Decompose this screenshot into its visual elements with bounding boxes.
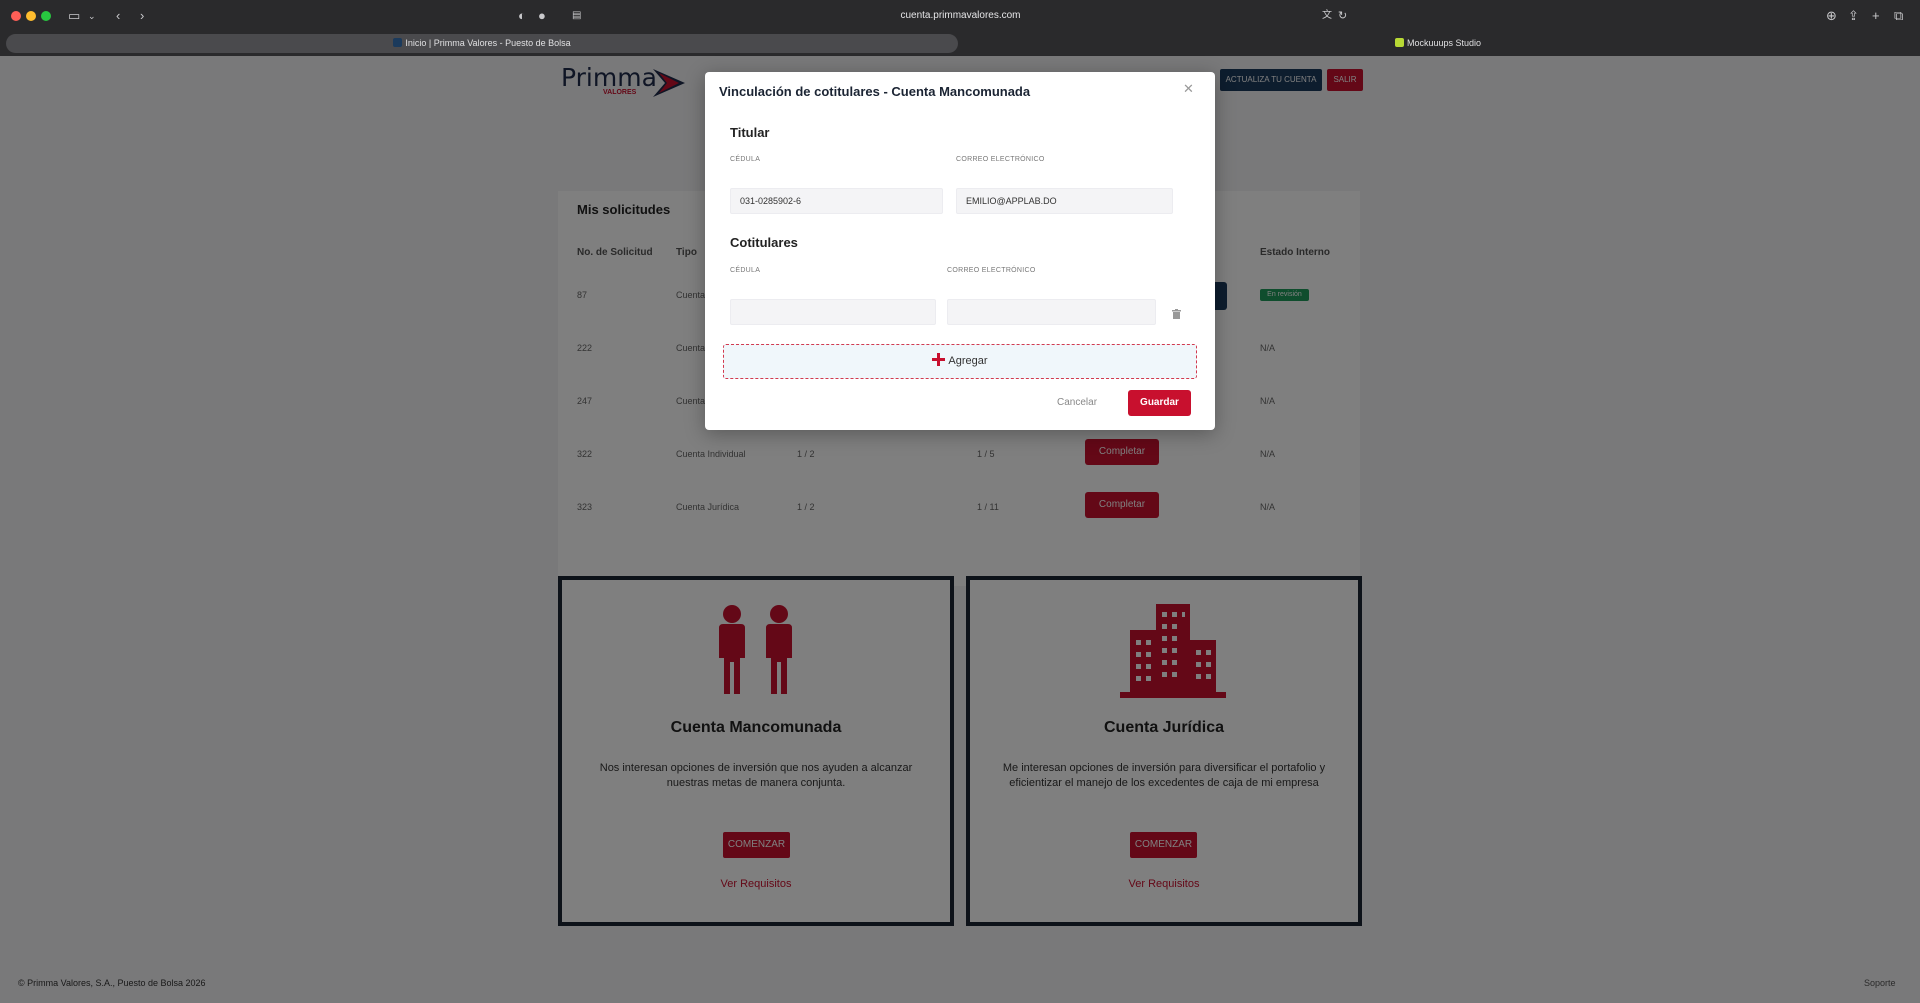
sidebar-icon[interactable]: ▭ bbox=[68, 8, 80, 24]
back-icon[interactable]: ‹ bbox=[116, 8, 120, 24]
extension-icon[interactable]: ● bbox=[538, 8, 546, 24]
holder-cedula-field[interactable]: 031-0285902-6 bbox=[730, 188, 943, 214]
favicon-icon bbox=[393, 38, 403, 47]
reload-icon[interactable]: ↻ bbox=[1338, 8, 1347, 24]
cedula-label: CÉDULA bbox=[730, 267, 761, 274]
cotitulares-modal: Vinculación de cotitulares - Cuenta Manc… bbox=[705, 72, 1215, 430]
extension-icon[interactable]: ◐ bbox=[518, 8, 526, 24]
tab-overview-icon[interactable]: ⧉ bbox=[1894, 8, 1903, 24]
holder-heading: Titular bbox=[730, 125, 770, 140]
chevron-down-icon[interactable]: ⌄ bbox=[88, 8, 96, 24]
coholder-email-field[interactable] bbox=[947, 299, 1156, 325]
forward-icon[interactable]: › bbox=[140, 8, 144, 24]
email-label: CORREO ELECTRÓNICO bbox=[947, 267, 1036, 274]
save-button[interactable]: Guardar bbox=[1128, 390, 1191, 416]
tab-label: Inicio | Primma Valores - Puesto de Bols… bbox=[405, 38, 571, 48]
url-bar[interactable]: cuenta.primmavalores.com bbox=[574, 7, 1347, 25]
add-label: Agregar bbox=[948, 355, 988, 367]
tab-inactive[interactable]: Mockuuups Studio bbox=[962, 34, 1914, 53]
holder-email-field[interactable]: EMILIO@APPLAB.DO bbox=[956, 188, 1173, 214]
maximize-window-button[interactable] bbox=[41, 11, 51, 21]
browser-toolbar: ▭ ⌄ ‹ › ◐ ● ▤ cuenta.primmavalores.com 文… bbox=[0, 0, 1920, 32]
close-icon[interactable]: ✕ bbox=[1183, 81, 1194, 97]
email-label: CORREO ELECTRÓNICO bbox=[956, 156, 1045, 163]
plus-icon bbox=[932, 353, 946, 366]
tab-active[interactable]: Inicio | Primma Valores - Puesto de Bols… bbox=[6, 34, 958, 53]
close-window-button[interactable] bbox=[11, 11, 21, 21]
minimize-window-button[interactable] bbox=[26, 11, 36, 21]
tab-label: Mockuuups Studio bbox=[1406, 38, 1482, 48]
download-icon[interactable]: ⊕ bbox=[1826, 8, 1837, 24]
share-icon[interactable]: ⇪ bbox=[1848, 8, 1859, 24]
cedula-label: CÉDULA bbox=[730, 156, 761, 163]
tab-bar: Inicio | Primma Valores - Puesto de Bols… bbox=[0, 33, 1920, 55]
translate-icon[interactable]: 文 bbox=[1322, 8, 1332, 24]
trash-icon[interactable] bbox=[1172, 309, 1181, 319]
favicon-icon bbox=[1394, 38, 1404, 47]
cancel-button[interactable]: Cancelar bbox=[1057, 397, 1097, 408]
modal-title: Vinculación de cotitulares - Cuenta Manc… bbox=[719, 84, 1031, 99]
coholders-heading: Cotitulares bbox=[730, 235, 798, 250]
browser-chrome: ▭ ⌄ ‹ › ◐ ● ▤ cuenta.primmavalores.com 文… bbox=[0, 0, 1920, 56]
coholder-cedula-field[interactable] bbox=[730, 299, 936, 325]
new-tab-icon[interactable]: + bbox=[1872, 8, 1880, 24]
add-coholder-button[interactable]: Agregar bbox=[723, 344, 1197, 379]
